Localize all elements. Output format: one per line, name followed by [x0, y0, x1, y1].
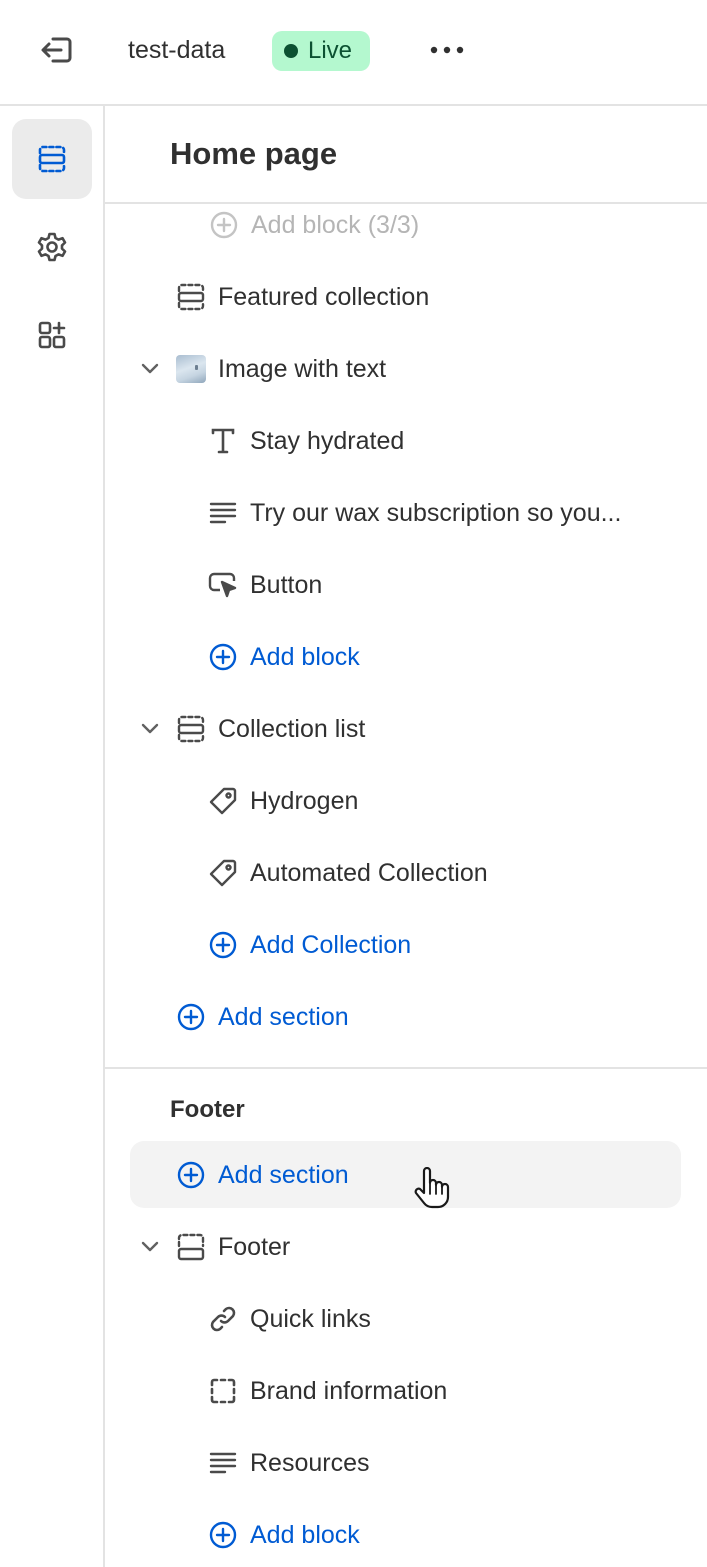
- add-collection-label: Add Collection: [250, 930, 412, 959]
- add-collection-button[interactable]: Add Collection: [207, 915, 411, 975]
- tag-icon: [207, 857, 239, 889]
- top-bar: test-data Live: [0, 0, 707, 106]
- section-collection-list[interactable]: Collection list: [175, 699, 365, 759]
- section-icon: [175, 713, 207, 745]
- store-name[interactable]: test-data: [128, 34, 225, 66]
- paragraph-icon: [207, 1447, 239, 1479]
- block-label: Stay hydrated: [250, 426, 405, 455]
- gear-icon: [37, 232, 67, 262]
- section-label: Image with text: [218, 354, 387, 383]
- chevron-down-icon: [141, 1241, 159, 1252]
- add-block-label: Add block: [250, 1520, 360, 1549]
- paragraph-icon: [207, 497, 239, 529]
- section-image-with-text[interactable]: Image with text: [175, 339, 386, 399]
- hand-cursor-icon: [414, 1167, 450, 1209]
- add-section-button[interactable]: Add section: [175, 987, 349, 1047]
- status-badge: Live: [272, 31, 371, 71]
- live-dot-icon: [284, 44, 298, 58]
- rail-sections-button[interactable]: [12, 119, 92, 199]
- collapse-chevron-image-with-text[interactable]: [137, 356, 163, 382]
- block-label: Resources: [250, 1448, 370, 1477]
- chevron-down-icon: [141, 363, 159, 374]
- block-stay-hydrated[interactable]: Stay hydrated: [207, 411, 404, 471]
- block-try-wax[interactable]: Try our wax subscription so you...: [207, 483, 621, 543]
- plus-circle-icon: [175, 1001, 207, 1033]
- block-label: Automated Collection: [250, 858, 488, 887]
- exit-button[interactable]: [36, 33, 76, 67]
- apps-add-icon: [38, 321, 66, 349]
- block-label: Brand information: [250, 1376, 448, 1405]
- text-icon: [207, 425, 239, 457]
- divider: [105, 1067, 707, 1069]
- collapse-chevron-footer[interactable]: [137, 1234, 163, 1260]
- add-block-button[interactable]: Add block: [207, 627, 360, 687]
- plus-circle-icon: [207, 1519, 239, 1551]
- dashed-frame-icon: [207, 1375, 239, 1407]
- collapse-chevron-collection-list[interactable]: [137, 716, 163, 742]
- add-block-disabled-label: Add block (3/3): [251, 210, 420, 239]
- page-title-bar: Home page: [105, 106, 707, 204]
- section-footer[interactable]: Footer: [175, 1217, 290, 1277]
- exit-icon: [41, 37, 72, 63]
- plus-circle-icon: [208, 209, 240, 241]
- block-label: Quick links: [250, 1304, 371, 1333]
- add-section-label: Add section: [218, 1160, 349, 1189]
- footer-add-block-button[interactable]: Add block: [207, 1505, 360, 1565]
- chevron-down-icon: [141, 723, 159, 734]
- rail-apps-button[interactable]: [12, 295, 92, 375]
- block-hydrogen[interactable]: Hydrogen: [207, 771, 358, 831]
- sections-icon: [38, 145, 66, 173]
- link-icon: [207, 1303, 239, 1335]
- section-label: Featured collection: [218, 282, 430, 311]
- button-press-icon: [207, 569, 239, 601]
- block-label: Button: [250, 570, 323, 599]
- block-brand-information[interactable]: Brand information: [207, 1361, 447, 1421]
- add-section-label: Add section: [218, 1002, 349, 1031]
- block-resources[interactable]: Resources: [207, 1433, 370, 1493]
- rail-theme-settings-button[interactable]: [12, 207, 92, 287]
- add-block-disabled: Add block (3/3): [208, 195, 419, 255]
- plus-circle-icon: [207, 641, 239, 673]
- block-label: Hydrogen: [250, 786, 359, 815]
- footer-group-label: Footer: [170, 1096, 245, 1123]
- block-label: Try our wax subscription so you...: [250, 498, 622, 527]
- sections-panel: Add block (3/3) Home page Featured colle…: [105, 106, 707, 1567]
- block-quick-links[interactable]: Quick links: [207, 1289, 371, 1349]
- block-button[interactable]: Button: [207, 555, 322, 615]
- left-rail: [0, 106, 105, 1567]
- add-block-label: Add block: [250, 642, 360, 671]
- footer-add-section-button[interactable]: Add section: [175, 1145, 349, 1205]
- status-badge-label: Live: [308, 37, 353, 64]
- more-horizontal-icon: [430, 46, 464, 54]
- section-label: Collection list: [218, 714, 366, 743]
- section-label: Footer: [218, 1232, 291, 1261]
- footer-section-icon: [175, 1231, 207, 1263]
- more-actions-button[interactable]: [424, 32, 470, 68]
- image-thumbnail: [175, 353, 207, 385]
- block-automated-collection[interactable]: Automated Collection: [207, 843, 488, 903]
- section-icon: [175, 281, 207, 313]
- page-title[interactable]: Home page: [170, 136, 337, 172]
- section-featured-collection[interactable]: Featured collection: [175, 267, 429, 327]
- tag-icon: [207, 785, 239, 817]
- plus-circle-icon: [175, 1159, 207, 1191]
- plus-circle-icon: [207, 929, 239, 961]
